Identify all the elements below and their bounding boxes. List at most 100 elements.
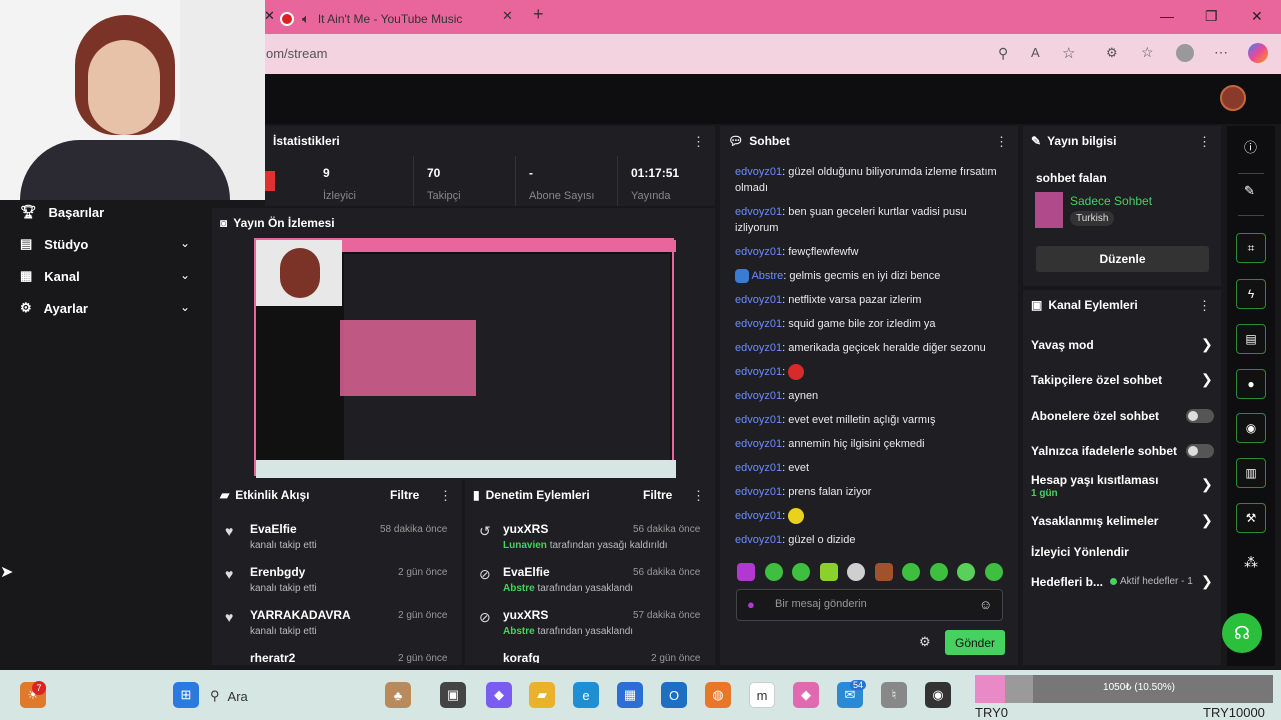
read-aloud-icon[interactable]: A [1031,45,1040,60]
stats-menu-icon[interactable]: ⋮ [692,134,705,150]
sidebar-item-basarilar[interactable]: 🏆︎ Başarılar [20,204,104,220]
edge-icon[interactable]: e [573,682,599,708]
chat-username[interactable]: edvoyz01 [735,206,782,218]
moderation-actor[interactable]: Abstre [503,626,535,637]
obs-icon[interactable]: ◉ [925,682,951,708]
mushroom-icon[interactable]: ♣ [385,682,411,708]
activity-name[interactable]: YARRAKADAVRA [250,608,351,622]
task-view-icon[interactable]: ▣ [440,682,466,708]
bolt-icon[interactable]: ϟ [1236,279,1266,309]
chat-username[interactable]: edvoyz01 [735,510,782,522]
chevron-right-icon[interactable]: ❯ [1201,476,1213,493]
activity-name[interactable]: EvaElfie [250,522,297,536]
sidebar-item-kanal[interactable]: ▦ Kanal [20,268,80,284]
followers-only-item[interactable]: Takipçilere özel sohbet [1031,373,1162,387]
edit-icon[interactable]: ✎ [1244,183,1255,199]
emote-3-icon[interactable] [792,563,811,581]
emote-4-icon[interactable] [819,563,838,581]
wrench-icon[interactable]: ⚒ [1236,503,1266,533]
stream-info-menu-icon[interactable]: ⋮ [1198,134,1211,150]
info-icon[interactable]: ⓘ [1244,137,1257,156]
copilot-icon[interactable] [1248,43,1268,63]
user-avatar[interactable] [1220,85,1246,111]
activity-menu-icon[interactable]: ⋮ [439,488,452,504]
copilot-taskbar-icon[interactable]: ◆ [486,682,512,708]
more-menu-icon[interactable]: ⋯ [1214,44,1228,61]
subscribers-only-toggle[interactable] [1186,409,1214,423]
chat-username[interactable]: Abstre [751,270,783,282]
chat-input[interactable]: ● Bir mesaj gönderin ☺ [736,589,1003,621]
zoom-icon[interactable]: ⚲ [998,45,1008,62]
chat-username[interactable]: edvoyz01 [735,246,782,258]
favorite-icon[interactable]: ☆ [1062,44,1075,62]
emote-9-icon[interactable] [957,563,976,581]
emote-6-icon[interactable] [874,563,893,581]
moderation-name[interactable]: yuxXRS [503,608,548,622]
taskbar-search[interactable]: ⚲ Ara [210,682,370,710]
speaker-icon[interactable]: 🔈︎ [302,11,310,27]
moderation-name[interactable]: korafg [503,651,540,663]
chat-username[interactable]: edvoyz01 [735,534,782,546]
close-window-button[interactable]: ✕ [1251,8,1263,25]
chat-bubble-icon[interactable]: ● [1236,369,1266,399]
stream-preview-video[interactable] [254,238,676,478]
minimize-button[interactable]: — [1160,8,1174,24]
send-button[interactable]: Gönder [945,630,1005,655]
moderation-actor[interactable]: Abstre [503,583,535,594]
folder-icon[interactable]: ▰ [529,682,555,708]
activity-filter-button[interactable]: Filtre [390,488,419,502]
chat-username[interactable]: edvoyz01 [735,414,782,426]
emote-10-icon[interactable] [984,563,1003,581]
chat-username[interactable]: edvoyz01 [735,390,782,402]
chat-username[interactable]: edvoyz01 [735,438,782,450]
close-tab-icon[interactable]: ✕ [264,8,275,24]
start-icon[interactable]: ⊞ [173,682,199,708]
slow-mode-item[interactable]: Yavaş mod [1031,338,1094,352]
chevron-down-icon[interactable]: ⌄ [180,236,190,250]
store-icon[interactable]: ▦ [617,682,643,708]
support-headset-icon[interactable]: ☊ [1222,613,1262,653]
emoji-icon[interactable]: ☺ [979,597,992,612]
notes-icon[interactable]: ▤ [1236,324,1266,354]
moderation-menu-icon[interactable]: ⋮ [692,488,705,504]
activity-name[interactable]: Erenbgdy [250,565,305,579]
chevron-right-icon[interactable]: ❯ [1201,512,1213,529]
chevron-right-icon[interactable]: ❯ [1201,336,1213,353]
microphone-icon[interactable]: ● [747,597,755,612]
layout-icon[interactable]: ▥ [1236,458,1266,488]
moderation-actor[interactable]: Lunavien [503,540,547,551]
clip-icon[interactable]: ⌗ [1236,233,1266,263]
chat-username[interactable]: edvoyz01 [735,366,782,378]
chevron-down-icon[interactable]: ⌄ [180,268,190,282]
emote-5-icon[interactable] [847,563,866,581]
raid-item[interactable]: İzleyici Yönlendir [1031,545,1129,559]
category-link[interactable]: Sadece Sohbet [1070,194,1152,208]
new-tab-button[interactable]: + [533,4,544,25]
profile-avatar[interactable] [1176,44,1194,62]
emote-2-icon[interactable] [764,563,783,581]
emote-1-icon[interactable] [737,563,755,581]
chat-menu-icon[interactable]: ⋮ [995,134,1008,150]
moderation-name[interactable]: yuxXRS [503,522,548,536]
sidebar-item-ayarlar[interactable]: ⚙ Ayarlar [20,300,88,316]
pink-app-icon[interactable]: ◆ [793,682,819,708]
share-icon[interactable]: ⁂ [1244,554,1258,571]
chevron-down-icon[interactable]: ⌄ [180,300,190,314]
emote-7-icon[interactable] [902,563,921,581]
outlook-icon[interactable]: O [661,682,687,708]
chat-username[interactable]: edvoyz01 [735,462,782,474]
chevron-right-icon[interactable]: ❯ [1201,371,1213,388]
broadcast-icon[interactable]: ◉ [1236,413,1266,443]
channel-actions-menu-icon[interactable]: ⋮ [1198,298,1211,314]
chat-username[interactable]: edvoyz01 [735,166,782,178]
account-age-item[interactable]: Hesap yaşı kısıtlaması [1031,473,1158,487]
browser-tab[interactable]: 🔈︎ It Ain't Me - YouTube Music [280,4,520,34]
favorites-list-icon[interactable]: ☆ [1141,44,1154,61]
m-app-icon[interactable]: m [749,682,775,708]
chat-username[interactable]: edvoyz01 [735,486,782,498]
moderation-filter-button[interactable]: Filtre [643,488,672,502]
blender-icon[interactable]: ◍ [705,682,731,708]
goals-item[interactable]: Hedefleri b... [1031,575,1103,589]
tab-close-icon[interactable]: ✕ [502,8,513,24]
chat-settings-icon[interactable]: ⚙ [919,634,931,650]
